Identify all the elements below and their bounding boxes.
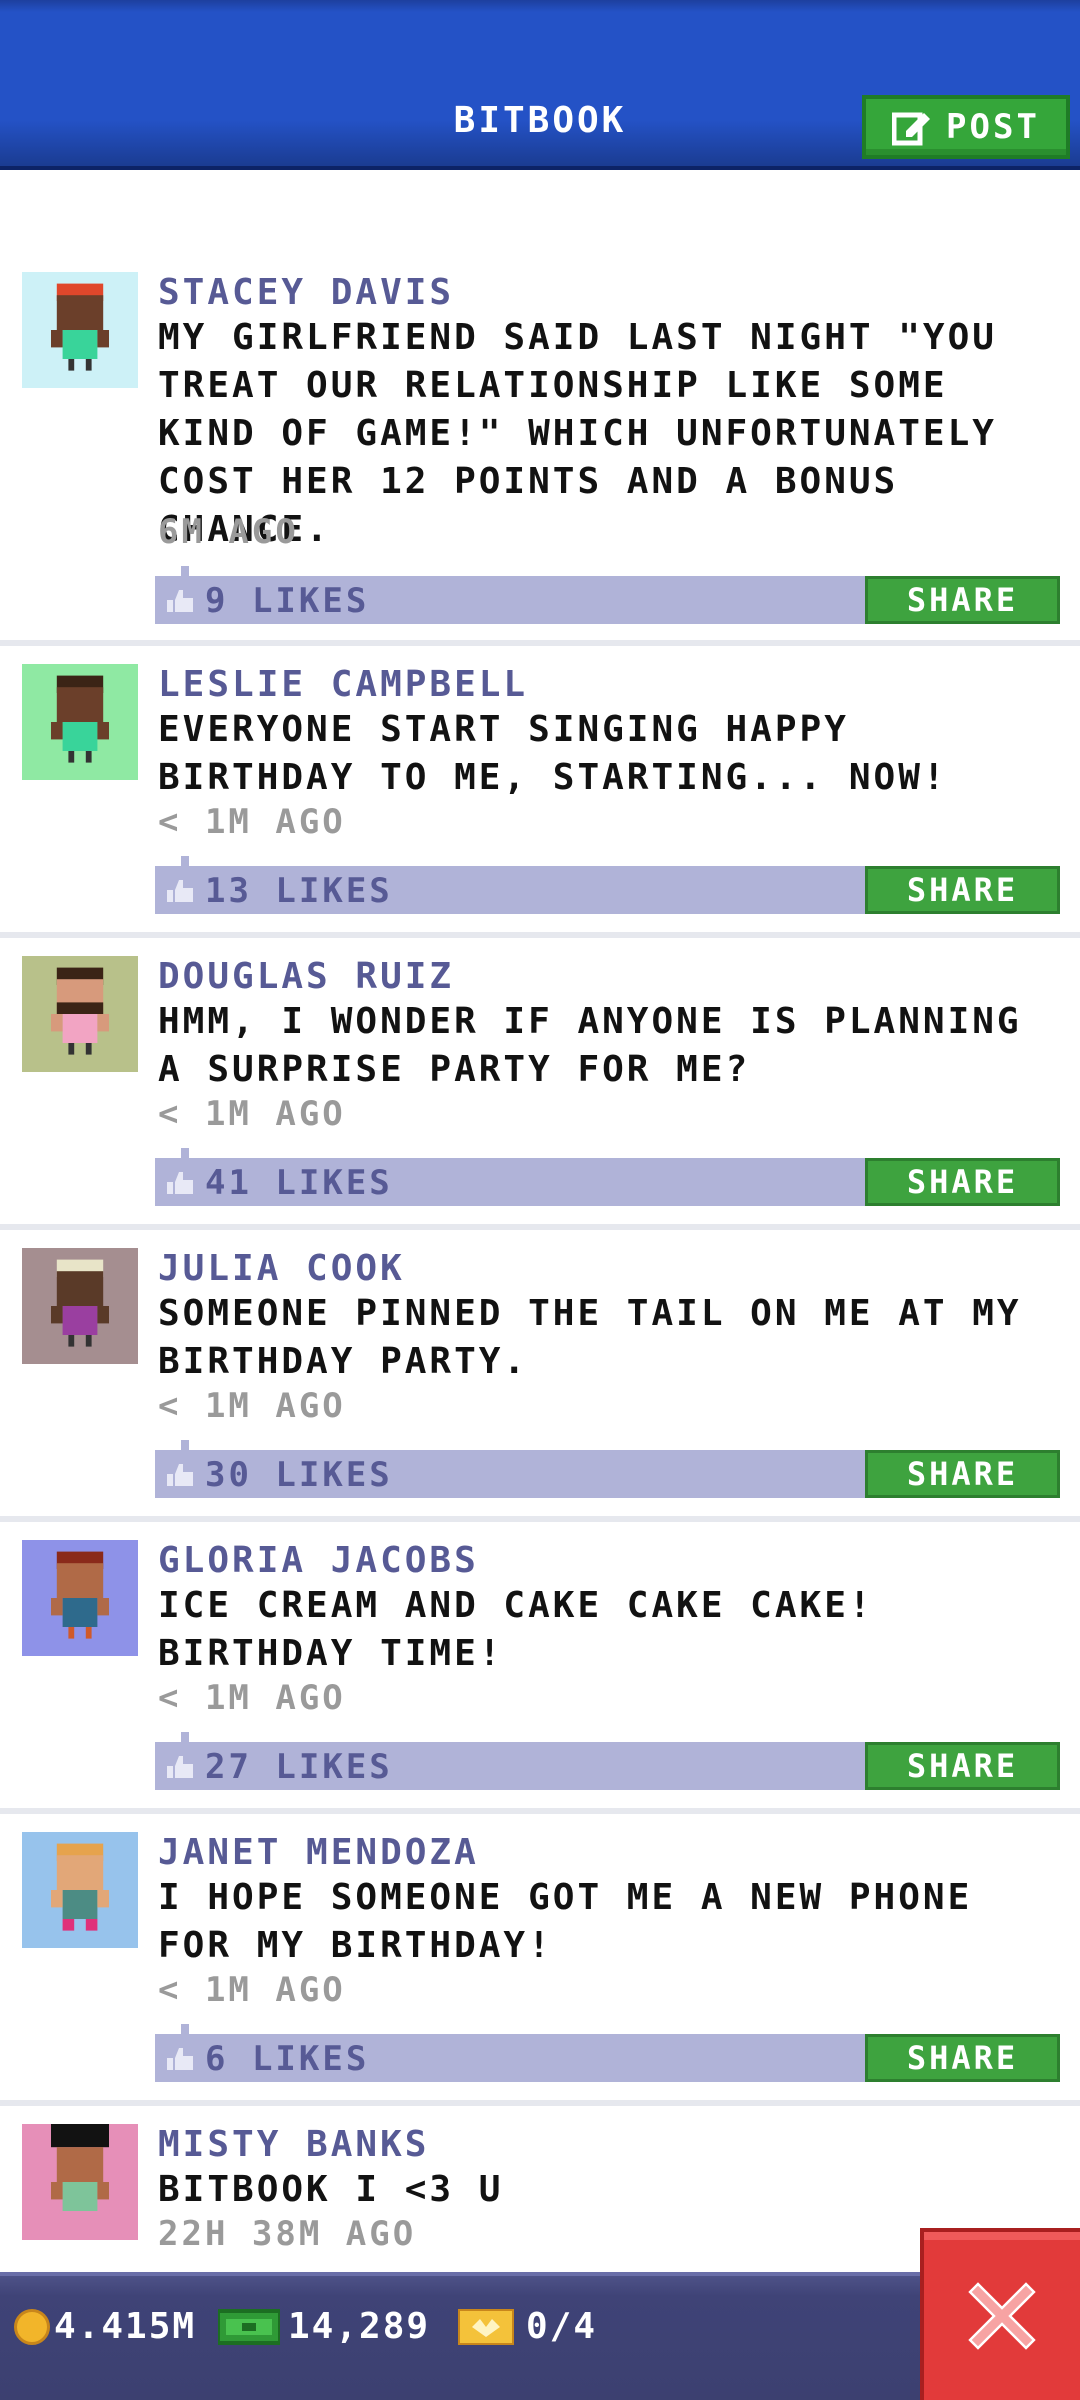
divider (0, 1224, 1080, 1230)
likes-count: 9 LIKES (205, 581, 370, 621)
tickets-display: 0/4 (458, 2306, 597, 2347)
divider (0, 2100, 1080, 2106)
avatar[interactable] (22, 272, 138, 388)
avatar[interactable] (22, 2124, 138, 2240)
post-author[interactable]: MISTY BANKS (158, 2124, 429, 2165)
coin-icon (14, 2308, 50, 2345)
post-time: 22H 38M AGO (158, 2214, 417, 2254)
share-button[interactable]: SHARE (865, 1450, 1060, 1498)
post-button-label: POST (946, 107, 1040, 147)
thumbs-up-icon (167, 590, 193, 612)
status-bar: 4.415M 14,289 0/4 (0, 2272, 1080, 2400)
post-time: < 1M AGO (158, 1094, 346, 1134)
coins-value: 4.415M (54, 2306, 197, 2347)
post-time: < 1M AGO (158, 1678, 346, 1718)
divider (0, 640, 1080, 646)
tickets-value: 0/4 (526, 2306, 598, 2347)
likes-bar: 6 LIKES SHARE (155, 2024, 1060, 2082)
post-button[interactable]: POST (862, 95, 1070, 159)
share-button[interactable]: SHARE (865, 2034, 1060, 2082)
post-time: < 1M AGO (158, 1386, 346, 1426)
thumbs-up-icon (167, 2048, 193, 2070)
likes-count: 6 LIKES (205, 2039, 370, 2079)
app-header: BITBOOK POST (0, 0, 1080, 170)
share-button[interactable]: SHARE (865, 1742, 1060, 1790)
cash-icon (218, 2308, 280, 2345)
post-author[interactable]: DOUGLAS RUIZ (158, 956, 454, 997)
divider (0, 932, 1080, 938)
likes-bar: 41 LIKES SHARE (155, 1148, 1060, 1206)
post-message: HMM, I WONDER IF ANYONE IS PLANNING A SU… (158, 1001, 1022, 1090)
post-message: BITBOOK I <3 U (158, 2169, 504, 2210)
divider (0, 1516, 1080, 1522)
likes-bar: 30 LIKES SHARE (155, 1440, 1060, 1498)
close-button[interactable] (920, 2228, 1080, 2400)
compose-icon (892, 112, 931, 146)
avatar[interactable] (22, 1540, 138, 1656)
post-time: < 1M AGO (158, 802, 346, 842)
post-time: 6M AGO (158, 512, 299, 552)
post-message: I HOPE SOMEONE GOT ME A NEW PHONE FOR MY… (158, 1877, 973, 1966)
share-button[interactable]: SHARE (865, 1158, 1060, 1206)
post-author[interactable]: JULIA COOK (158, 1248, 405, 1289)
likes-bar: 9 LIKES SHARE (155, 566, 1060, 624)
avatar[interactable] (22, 1832, 138, 1948)
likes-count: 27 LIKES (205, 1747, 393, 1787)
post-message: SOMEONE PINNED THE TAIL ON ME AT MY BIRT… (158, 1293, 1022, 1382)
avatar[interactable] (22, 1248, 138, 1364)
likes-count: 13 LIKES (205, 871, 393, 911)
share-button[interactable]: SHARE (865, 576, 1060, 624)
avatar[interactable] (22, 664, 138, 780)
post-time: < 1M AGO (158, 1970, 346, 2010)
post-author[interactable]: STACEY DAVIS (158, 272, 454, 313)
share-button[interactable]: SHARE (865, 866, 1060, 914)
thumbs-up-icon (167, 1172, 193, 1194)
thumbs-up-icon (167, 1756, 193, 1778)
post-author[interactable]: GLORIA JACOBS (158, 1540, 479, 1581)
post-author[interactable]: LESLIE CAMPBELL (158, 664, 528, 705)
likes-bar: 13 LIKES SHARE (155, 856, 1060, 914)
post-message: ICE CREAM AND CAKE CAKE CAKE! BIRTHDAY T… (158, 1585, 874, 1674)
likes-count: 30 LIKES (205, 1455, 393, 1495)
post-message: EVERYONE START SINGING HAPPY BIRTHDAY TO… (158, 709, 948, 798)
bux-display: 14,289 (218, 2306, 430, 2347)
ticket-icon (458, 2308, 514, 2345)
coins-display: 4.415M (14, 2306, 196, 2347)
close-icon (968, 2282, 1036, 2350)
thumbs-up-icon (167, 1464, 193, 1486)
likes-bar: 27 LIKES SHARE (155, 1732, 1060, 1790)
avatar[interactable] (22, 956, 138, 1072)
likes-count: 41 LIKES (205, 1163, 393, 1203)
post-author[interactable]: JANET MENDOZA (158, 1832, 479, 1873)
bux-value: 14,289 (288, 2306, 431, 2347)
thumbs-up-icon (167, 880, 193, 902)
divider (0, 1808, 1080, 1814)
